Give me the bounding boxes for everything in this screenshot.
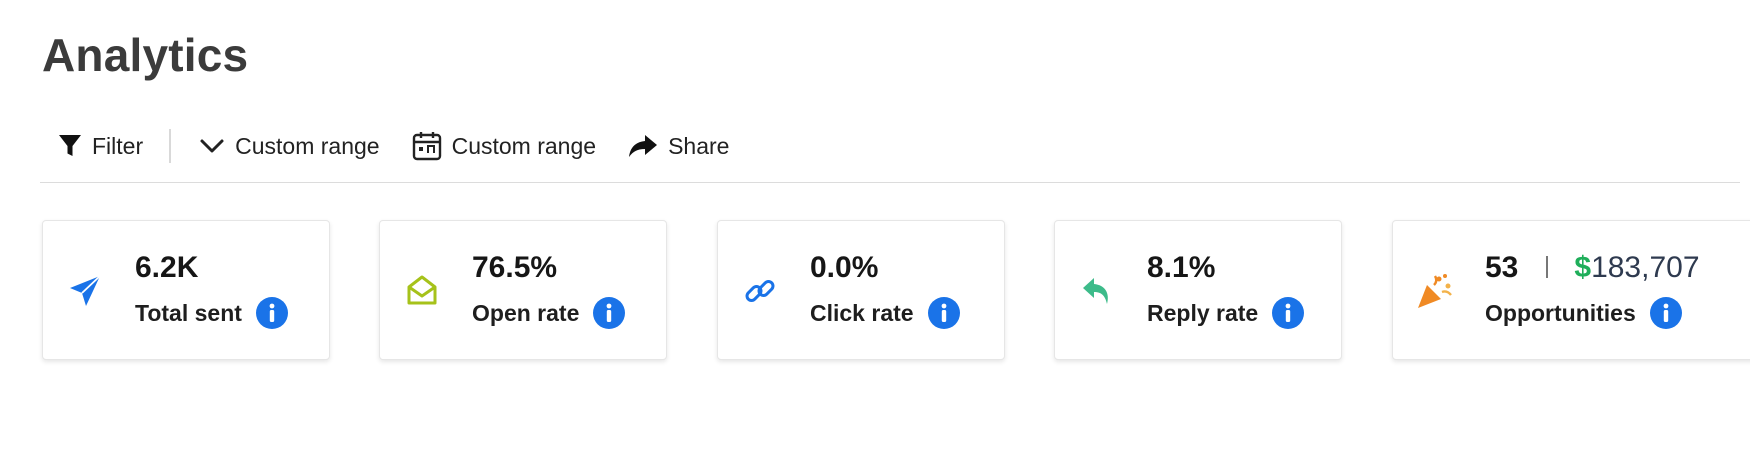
metric-cards: 6.2K Total sent 76.5% Open rate 0.0% Cli… xyxy=(42,220,1750,362)
share-label: Share xyxy=(668,132,730,159)
open-rate-value: 76.5% xyxy=(472,251,558,284)
share-arrow-icon xyxy=(628,133,658,159)
filter-button[interactable]: Filter xyxy=(58,133,143,160)
opportunities-value: 53 $183,707 xyxy=(1485,251,1700,285)
funnel-icon xyxy=(58,133,82,159)
paper-plane-icon xyxy=(65,271,105,311)
share-button[interactable]: Share xyxy=(628,133,729,160)
opportunities-amount: 183,707 xyxy=(1591,251,1700,284)
value-divider xyxy=(1546,256,1549,279)
card-click-rate: 0.0% Click rate xyxy=(717,220,1005,360)
filter-label: Filter xyxy=(92,132,144,159)
card-open-rate: 76.5% Open rate xyxy=(379,220,667,360)
reply-rate-label: Reply rate xyxy=(1147,299,1259,326)
open-envelope-icon xyxy=(402,271,442,311)
info-icon[interactable] xyxy=(927,297,960,329)
total-sent-label: Total sent xyxy=(135,299,242,326)
click-rate-label: Click rate xyxy=(810,299,914,326)
calendar-icon xyxy=(412,131,442,161)
card-total-sent: 6.2K Total sent xyxy=(42,220,330,360)
link-icon xyxy=(740,271,780,311)
card-opportunities: 53 $183,707 Opportunities xyxy=(1392,220,1750,360)
open-rate-label: Open rate xyxy=(472,299,580,326)
info-icon[interactable] xyxy=(255,297,288,329)
opportunities-label: Opportunities xyxy=(1485,299,1636,326)
chevron-down-icon xyxy=(199,136,225,156)
click-rate-value: 0.0% xyxy=(810,251,879,284)
date-range-calendar-button[interactable]: Custom range xyxy=(412,131,596,161)
reply-rate-value: 8.1% xyxy=(1147,251,1216,284)
calendar-range-label: Custom range xyxy=(451,132,597,159)
info-icon[interactable] xyxy=(1272,297,1305,329)
page-title: Analytics xyxy=(42,29,249,81)
party-popper-icon xyxy=(1415,271,1455,311)
reply-arrow-icon xyxy=(1077,271,1117,311)
toolbar-divider xyxy=(169,129,172,163)
info-icon[interactable] xyxy=(593,297,626,329)
currency-symbol: $ xyxy=(1574,251,1592,284)
opportunities-count: 53 xyxy=(1485,251,1519,284)
info-icon[interactable] xyxy=(1649,297,1682,329)
date-range-dropdown[interactable]: Custom range xyxy=(199,132,380,160)
date-range-label: Custom range xyxy=(235,132,380,159)
card-reply-rate: 8.1% Reply rate xyxy=(1054,220,1342,360)
analytics-toolbar: Filter Custom range Custom range Share xyxy=(40,110,1740,183)
total-sent-value: 6.2K xyxy=(135,251,199,284)
